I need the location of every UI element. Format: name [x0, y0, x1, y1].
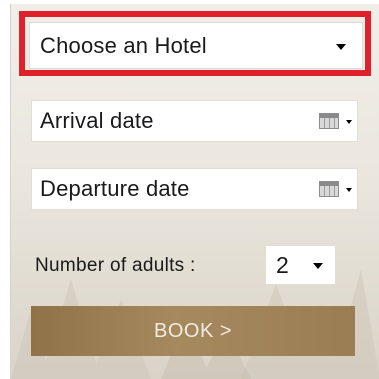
dropdown-caret-icon [313, 263, 323, 269]
dropdown-caret-icon [346, 120, 352, 124]
hotel-select-value: Choose an Hotel [40, 32, 207, 58]
book-button[interactable]: BOOK > [31, 306, 355, 356]
arrival-date-placeholder: Arrival date [40, 108, 154, 133]
dropdown-caret-icon [346, 188, 352, 192]
hotel-select[interactable]: Choose an Hotel [29, 22, 363, 69]
calendar-icon[interactable] [319, 181, 339, 197]
departure-date-field[interactable]: Departure date [31, 168, 358, 210]
calendar-icon[interactable] [319, 113, 339, 129]
dropdown-caret-icon [336, 44, 346, 50]
adults-select[interactable]: 2 [265, 245, 336, 285]
departure-date-placeholder: Departure date [40, 176, 190, 201]
arrival-date-field[interactable]: Arrival date [31, 100, 358, 142]
adults-select-value: 2 [276, 251, 289, 278]
adults-label: Number of adults : [35, 255, 196, 276]
